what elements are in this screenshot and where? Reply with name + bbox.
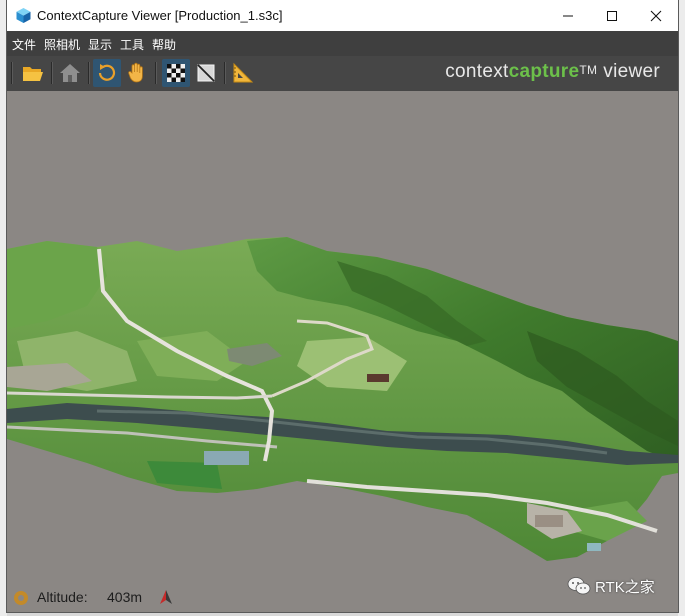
toolbar-separator [155,62,157,84]
toolbar-separator [11,62,13,84]
orbit-icon [98,64,116,81]
altitude-label: Altitude: [37,589,88,605]
brand-capture: capture [508,61,580,82]
building-roof [367,374,389,382]
desktop-background-left [0,0,7,616]
checkerboard-icon [167,64,185,82]
minimize-button[interactable] [546,0,590,31]
north-arrow-icon[interactable] [159,589,173,605]
home-view-button[interactable] [56,59,84,87]
building-roof [535,515,563,527]
open-file-button[interactable] [19,59,47,87]
close-button[interactable] [634,0,678,31]
menu-help[interactable]: 帮助 [152,36,176,53]
folder-open-icon [23,67,43,81]
terrain-model[interactable] [7,91,678,584]
toolbar-separator [51,62,53,84]
compass-icon [14,591,28,605]
3d-viewport[interactable] [7,91,678,584]
window-title: ContextCapture Viewer [Production_1.s3c] [37,8,283,23]
menu-display[interactable]: 显示 [88,36,112,53]
texture-toggle-button[interactable] [162,59,190,87]
contextcapture-viewer-logo: contextcaptureTM viewer [445,61,660,83]
watermark: RTK之家 [567,575,655,597]
pan-button[interactable] [123,59,151,87]
measure-button[interactable] [229,59,257,87]
home-icon [60,64,80,82]
viewer-window: ContextCapture Viewer [Production_1.s3c]… [7,0,678,612]
altitude-value: 403m [107,589,143,605]
brand-trademark: TM [579,63,598,77]
toolbar-separator [88,62,90,84]
wireframe-icon [197,64,215,82]
building-roof [587,543,601,551]
close-icon [650,10,662,21]
minimize-icon [563,15,573,16]
maximize-icon [607,10,617,21]
brand-context: context [445,61,509,82]
set-square-icon [233,62,254,83]
desktop-background-right [678,0,685,616]
bridge-structure [204,451,249,465]
title-bar[interactable]: ContextCapture Viewer [Production_1.s3c] [7,0,678,32]
menu-tools[interactable]: 工具 [120,36,144,53]
toolbar: contextcaptureTM viewer [7,56,678,91]
orbit-button[interactable] [93,59,121,87]
watermark-text: RTK之家 [595,578,655,596]
toolbar-separator [224,62,226,84]
maximize-button[interactable] [590,0,634,31]
brand-viewer: viewer [603,61,660,82]
menu-file[interactable]: 文件 [12,36,36,53]
menu-camera[interactable]: 照相机 [44,36,80,53]
wireframe-toggle-button[interactable] [192,59,220,87]
wechat-icon [567,577,591,595]
contextcapture-cube-icon [16,8,31,23]
menu-bar: 文件 照相机 显示 工具 帮助 [7,31,678,56]
hand-icon [128,62,143,83]
